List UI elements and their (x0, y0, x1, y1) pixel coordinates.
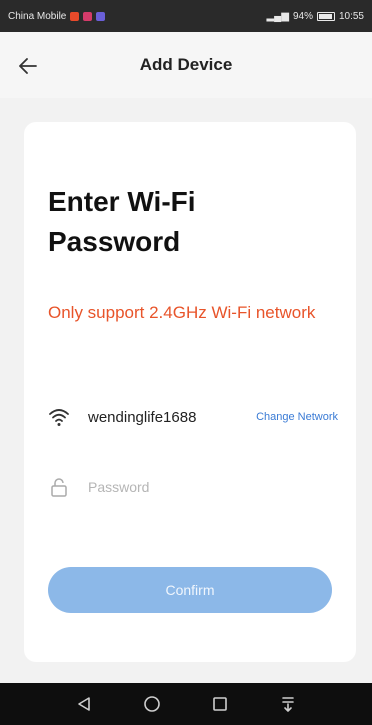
password-row (48, 472, 338, 502)
wifi-ssid: wendinglife1688 (88, 408, 197, 426)
status-left: China Mobile (8, 10, 106, 22)
notification-icon (70, 11, 80, 21)
lock-icon (51, 478, 67, 497)
nav-home-button[interactable] (141, 693, 163, 715)
battery-icon (316, 11, 335, 21)
wifi-password-card: Enter Wi-Fi Password Only support 2.4GHz… (24, 122, 356, 662)
card-heading: Enter Wi-Fi Password (48, 186, 196, 257)
nav-recents-button[interactable] (209, 693, 231, 715)
square-recents-icon (213, 697, 227, 711)
status-right: ▂▄▆ 94% 10:55 (266, 11, 364, 22)
frequency-notice: Only support 2.4GHz Wi-Fi network (48, 303, 316, 322)
change-network-link[interactable]: Change Network (256, 411, 338, 423)
notification-icon (83, 11, 93, 21)
nav-back-button[interactable] (73, 693, 95, 715)
circle-home-icon (144, 696, 160, 712)
password-field[interactable] (88, 473, 338, 501)
system-nav-bar (0, 683, 372, 725)
page-title: Add Device (139, 55, 233, 74)
app-bar: Add Device (0, 32, 372, 98)
back-button[interactable] (14, 52, 42, 80)
nav-notifications-button[interactable] (277, 693, 299, 715)
wifi-icon (49, 409, 69, 426)
confirm-button[interactable]: Confirm (48, 567, 332, 613)
signal-icon: ▂▄▆ (266, 10, 289, 22)
battery-percent: 94% (292, 10, 313, 22)
status-bar: China Mobile ▂▄▆ 94% 10:55 (0, 0, 372, 32)
clock: 10:55 (338, 10, 364, 22)
triangle-back-icon (78, 697, 90, 711)
carrier-name: China Mobile (8, 10, 67, 22)
wifi-network-row: wendinglife1688 Change Network (48, 402, 338, 432)
arrow-left-icon (19, 58, 37, 74)
pull-down-icon (282, 697, 294, 712)
notification-icon (96, 11, 106, 21)
